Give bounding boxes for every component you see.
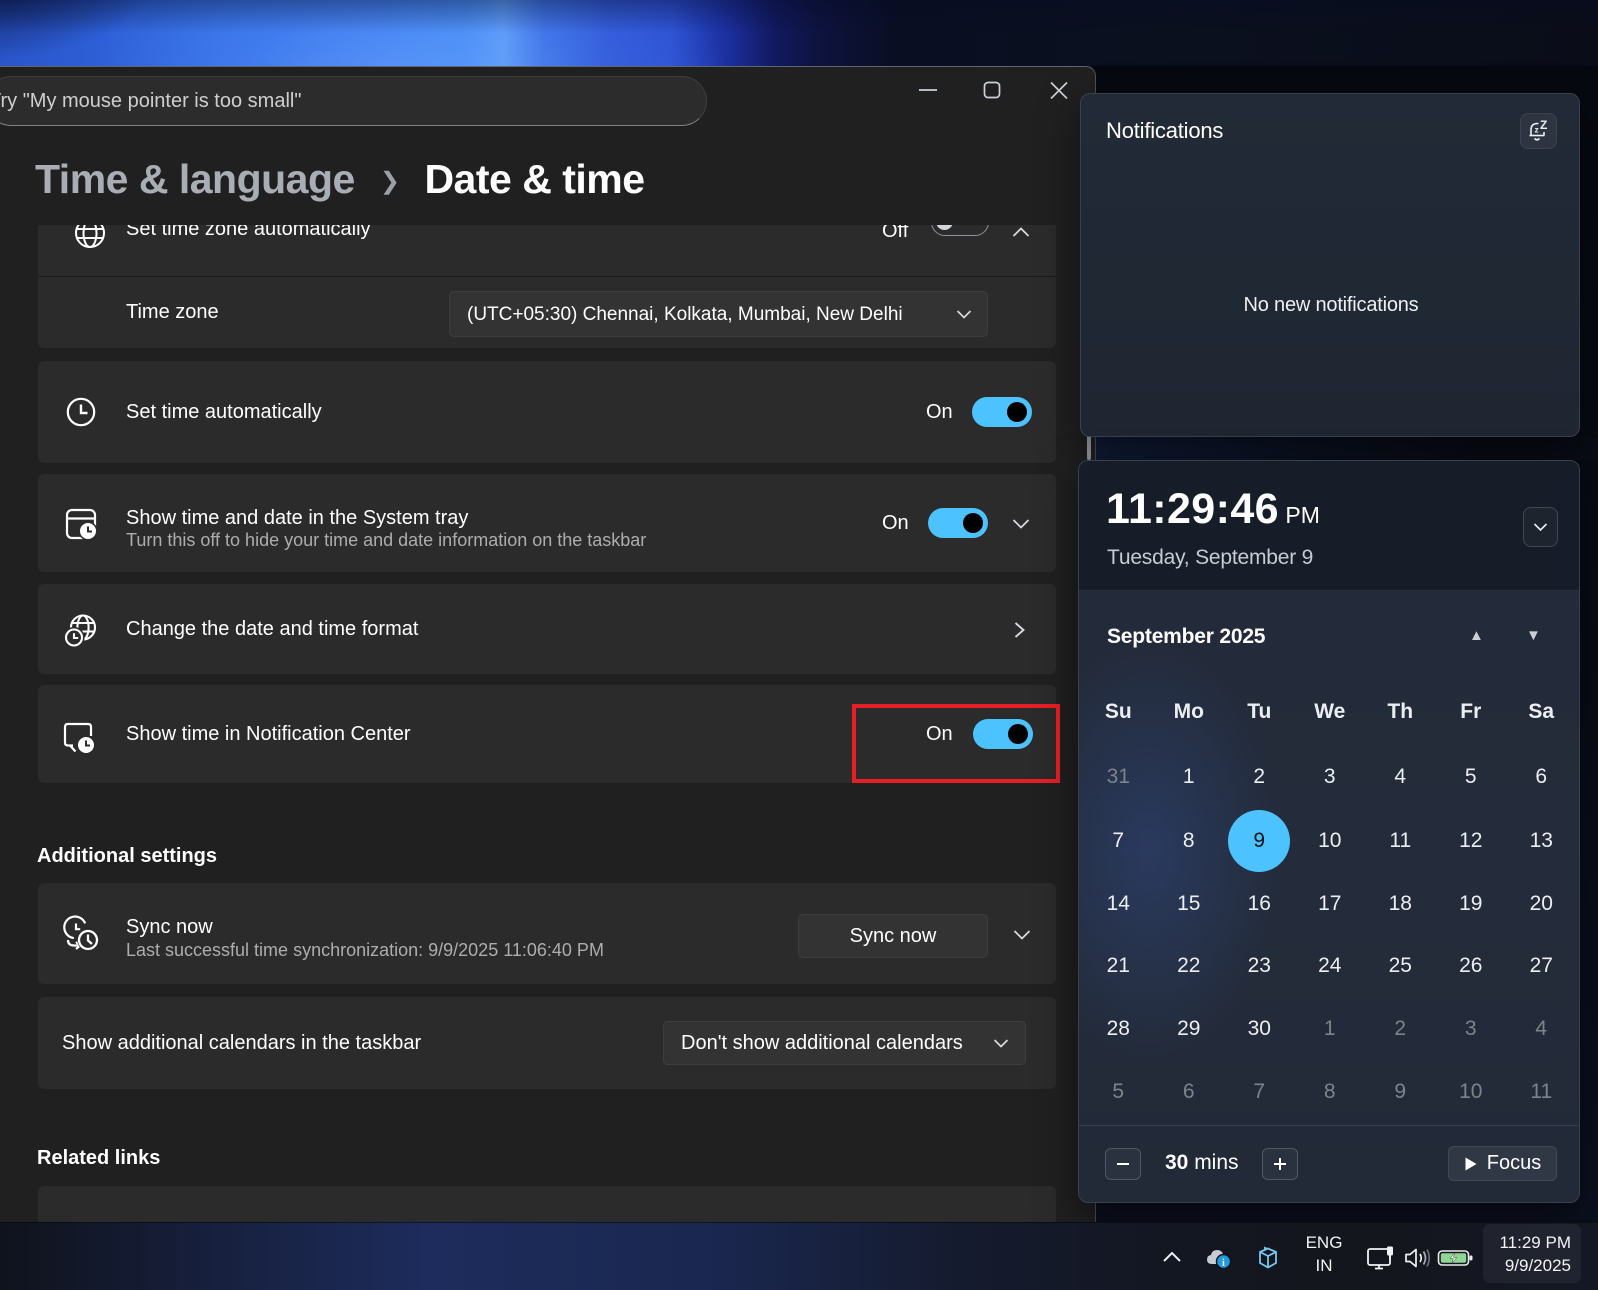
svg-text:z: z (1535, 125, 1539, 135)
svg-text:Z: Z (1540, 120, 1547, 132)
svg-text:i: i (1222, 1258, 1225, 1269)
